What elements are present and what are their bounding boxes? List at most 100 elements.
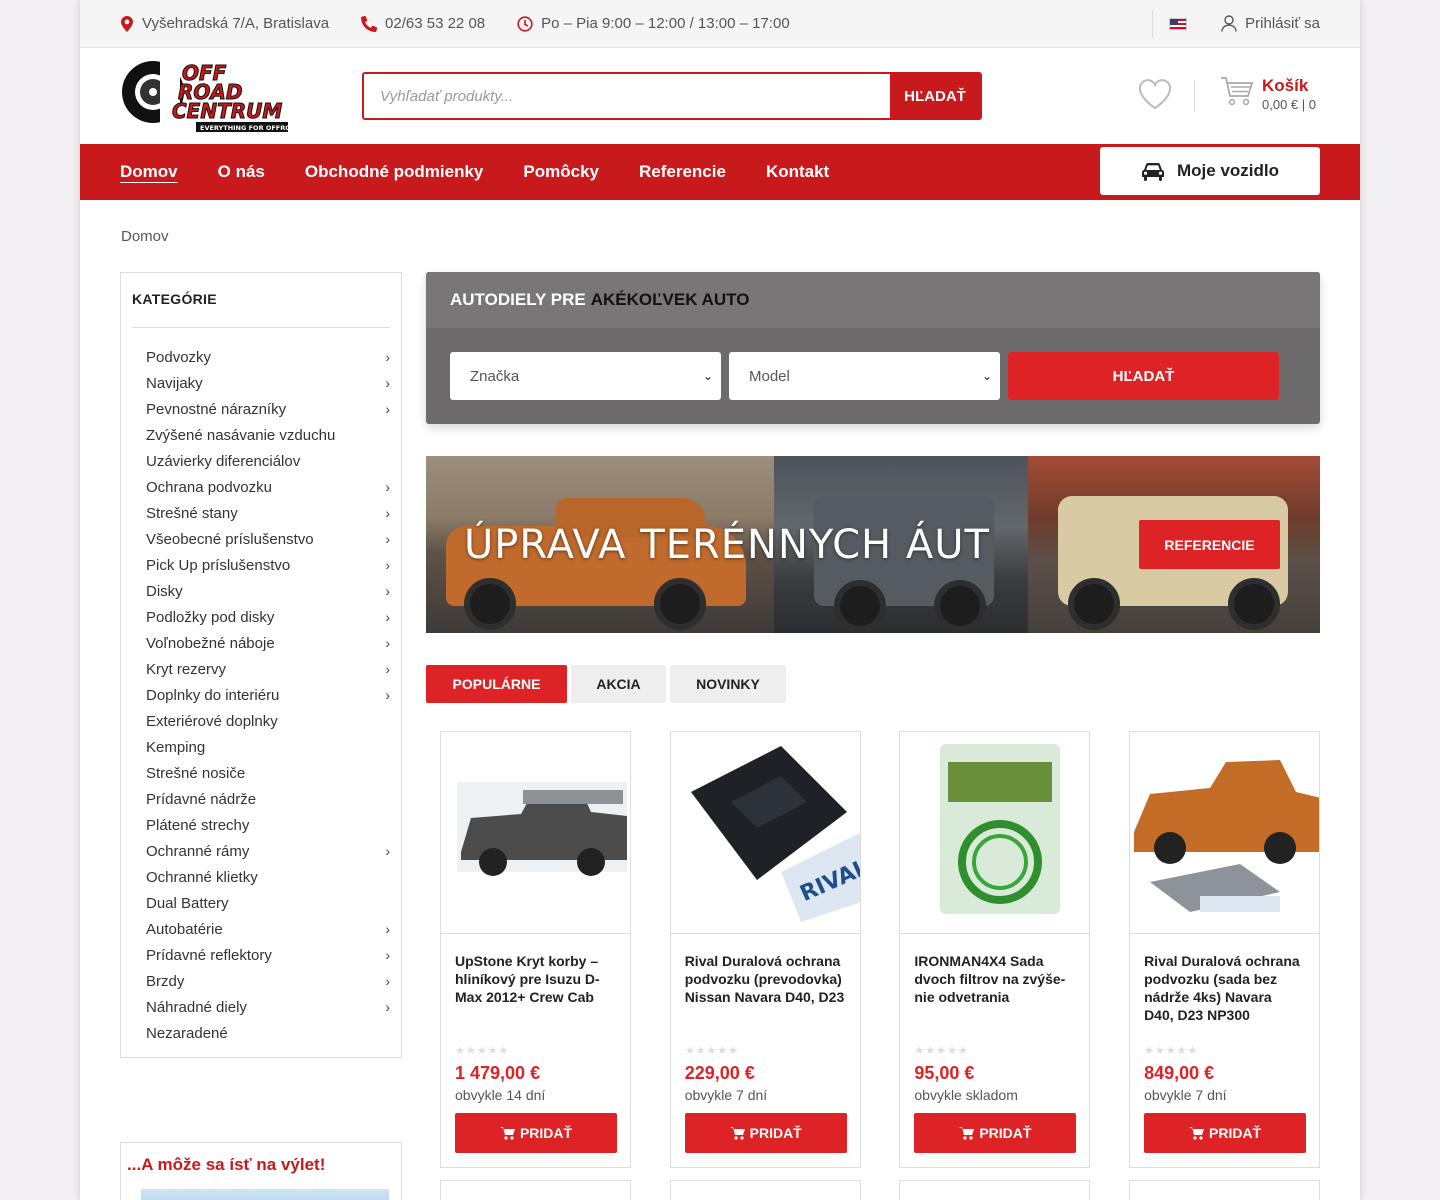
chevron-right-icon[interactable]: ›	[385, 973, 390, 989]
product-card[interactable]: Rival Duralová ochrana podvozku (sada be…	[1129, 731, 1321, 1168]
category-label: Náhradné diely	[146, 998, 247, 1016]
category-item[interactable]: Exteriérové doplnky	[132, 708, 390, 734]
product-card-next-row[interactable]	[440, 1180, 631, 1200]
references-button[interactable]: REFERENCIE	[1139, 520, 1280, 569]
category-item[interactable]: Kryt rezervy ›	[132, 656, 390, 682]
chevron-right-icon[interactable]: ›	[385, 687, 390, 703]
nav-item-domov[interactable]: Domov	[120, 162, 178, 182]
category-item[interactable]: Podvozky ›	[132, 344, 390, 370]
address-info: Vyšehradská 7/A, Bratislava	[120, 15, 329, 32]
chevron-right-icon[interactable]: ›	[385, 999, 390, 1015]
chevron-right-icon[interactable]: ›	[385, 479, 390, 495]
breadcrumb[interactable]: Domov	[121, 228, 169, 245]
category-item[interactable]: Prídavné reflektory ›	[132, 942, 390, 968]
category-item[interactable]: Dual Battery	[132, 890, 390, 916]
chevron-right-icon[interactable]: ›	[385, 349, 390, 365]
phone-info[interactable]: 02/63 53 22 08	[361, 15, 485, 32]
category-item[interactable]: Pick Up príslušenstvo ›	[132, 552, 390, 578]
add-to-cart-button[interactable]: PRIDAŤ	[455, 1113, 617, 1153]
category-item[interactable]: Všeobecné príslušenstvo ›	[132, 526, 390, 552]
chevron-right-icon[interactable]: ›	[385, 401, 390, 417]
brand-select[interactable]: Značka ⌄	[450, 352, 721, 400]
product-card-next-row[interactable]	[1129, 1180, 1320, 1200]
language-flag-icon[interactable]	[1169, 17, 1188, 30]
tab-popularne[interactable]: POPULÁRNE	[426, 665, 567, 703]
cart-button[interactable]: Košík 0,00 € | 0	[1220, 76, 1316, 114]
chevron-right-icon[interactable]: ›	[385, 947, 390, 963]
category-item[interactable]: Uzávierky diferenciálov	[132, 448, 390, 474]
category-item[interactable]: Prídavné nádrže	[132, 786, 390, 812]
search-bar: HĽADAŤ	[362, 72, 982, 120]
category-item[interactable]: Ochranné klietky	[132, 864, 390, 890]
nav-item-kontakt[interactable]: Kontakt	[766, 162, 829, 182]
nav-item-obchodne-podmienky[interactable]: Obchodné podmienky	[305, 162, 484, 182]
chevron-right-icon[interactable]: ›	[385, 375, 390, 391]
add-to-cart-button[interactable]: PRIDAŤ	[914, 1113, 1077, 1153]
wishlist-button[interactable]	[1138, 78, 1172, 115]
product-card[interactable]: UpStone Kryt korby – hliníkový pre Isuzu…	[440, 731, 631, 1168]
category-item[interactable]: Navijaky ›	[132, 370, 390, 396]
chevron-right-icon[interactable]: ›	[385, 635, 390, 651]
cart-icon	[1189, 1127, 1204, 1140]
chevron-right-icon[interactable]: ›	[385, 661, 390, 677]
product-name[interactable]: UpStone Kryt korby – hliníkový pre Isuzu…	[455, 952, 616, 1030]
category-item[interactable]: Pevnostné nárazníky ›	[132, 396, 390, 422]
product-card-next-row[interactable]	[670, 1180, 861, 1200]
product-name[interactable]: Rival Duralová ochrana podvozku (prevodo…	[685, 952, 846, 1030]
product-name[interactable]: IRONMAN4X4 Sada dvoch filtrov na zvýše-n…	[914, 952, 1075, 1030]
product-card-next-row[interactable]	[899, 1180, 1090, 1200]
category-item[interactable]: Kemping	[132, 734, 390, 760]
nav-item-pomocky[interactable]: Pomôcky	[523, 162, 599, 182]
chevron-right-icon[interactable]: ›	[385, 505, 390, 521]
category-label: Kryt rezervy	[146, 660, 227, 678]
product-price: 849,00 €	[1144, 1063, 1215, 1083]
category-item[interactable]: Voľnobežné náboje ›	[132, 630, 390, 656]
trip-widget-image[interactable]	[141, 1189, 389, 1200]
category-item[interactable]: Zvýšené nasávanie vzduchu	[132, 422, 390, 448]
product-image[interactable]	[1130, 732, 1320, 934]
phone-text: 02/63 53 22 08	[385, 15, 486, 32]
product-image[interactable]	[441, 732, 630, 934]
category-item[interactable]: Náhradné diely ›	[132, 994, 390, 1020]
chevron-right-icon[interactable]: ›	[385, 557, 390, 573]
model-select[interactable]: Model ⌄	[729, 352, 1000, 400]
chevron-right-icon[interactable]: ›	[385, 921, 390, 937]
finder-search-button[interactable]: HĽADAŤ	[1008, 352, 1279, 400]
my-vehicle-button[interactable]: Moje vozidlo	[1100, 147, 1320, 195]
product-card[interactable]: RIVAL Rival Duralová ochrana podvozku (p…	[669, 731, 861, 1168]
category-item[interactable]: Ochranné rámy ›	[132, 838, 390, 864]
category-item[interactable]: Strešné nosiče	[132, 760, 390, 786]
category-item[interactable]: Nezaradené	[132, 1020, 390, 1046]
search-button[interactable]: HĽADAŤ	[890, 74, 980, 118]
add-to-cart-button[interactable]: PRIDAŤ	[684, 1113, 847, 1153]
category-item[interactable]: Strešné stany ›	[132, 500, 390, 526]
header: OFF ROAD CENTRUM EVERYTHING FOR OFFROAD …	[80, 48, 1360, 144]
tab-akcia[interactable]: AKCIA	[571, 665, 666, 703]
category-item[interactable]: Disky ›	[132, 578, 390, 604]
category-item[interactable]: Ochrana podvozku ›	[132, 474, 390, 500]
product-image[interactable]: RIVAL	[670, 732, 860, 934]
product-card[interactable]: IRONMAN4X4 Sada dvoch filtrov na zvýše-n…	[899, 731, 1091, 1168]
product-price: 95,00 €	[914, 1063, 975, 1083]
product-tabs: POPULÁRNE AKCIA NOVINKY	[426, 665, 790, 703]
category-item[interactable]: Podložky pod disky ›	[132, 604, 390, 630]
site-logo[interactable]: OFF ROAD CENTRUM EVERYTHING FOR OFFROAD	[120, 56, 302, 136]
nav-item-o-nas[interactable]: O nás	[218, 162, 265, 182]
category-item[interactable]: Brzdy ›	[132, 968, 390, 994]
category-item[interactable]: Plátené strechy	[132, 812, 390, 838]
chevron-right-icon[interactable]: ›	[385, 531, 390, 547]
add-to-cart-button[interactable]: PRIDAŤ	[1144, 1113, 1307, 1153]
chevron-right-icon[interactable]: ›	[385, 843, 390, 859]
login-link[interactable]: Prihlásiť sa	[1221, 15, 1320, 32]
chevron-right-icon[interactable]: ›	[385, 609, 390, 625]
category-item[interactable]: Doplnky do interiéru ›	[132, 682, 390, 708]
tab-novinky[interactable]: NOVINKY	[670, 665, 786, 703]
nav-item-referencie[interactable]: Referencie	[639, 162, 726, 182]
hero-banner[interactable]: ÚPRAVA TERÉNNYCH ÁUT REFERENCIE	[426, 456, 1320, 633]
chevron-right-icon[interactable]: ›	[385, 583, 390, 599]
product-image[interactable]	[900, 732, 1090, 934]
search-input[interactable]	[364, 74, 890, 118]
rating-stars: ★★★★★	[455, 1045, 510, 1057]
category-item[interactable]: Autobatérie ›	[132, 916, 390, 942]
product-name[interactable]: Rival Duralová ochrana podvozku (sada be…	[1144, 952, 1305, 1030]
